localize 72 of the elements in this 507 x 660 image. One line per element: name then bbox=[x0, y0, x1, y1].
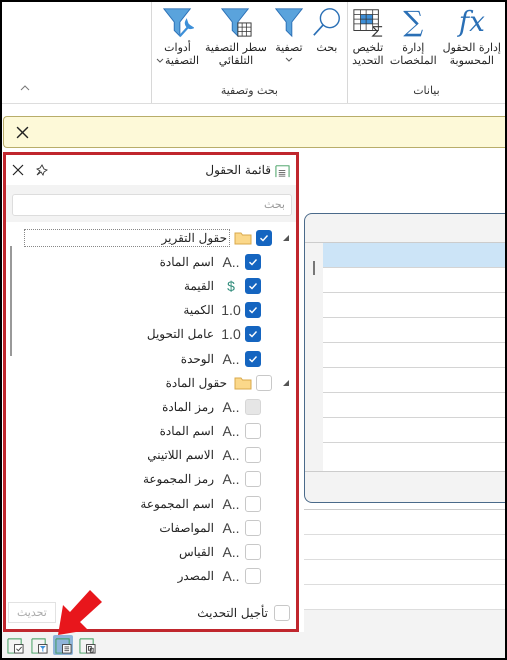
field-type-icon: 1.0 bbox=[221, 302, 241, 318]
ribbon-button[interactable]: بحث bbox=[308, 6, 345, 84]
view-tab[interactable] bbox=[53, 635, 73, 655]
panel-title: قائمة الحقول bbox=[205, 163, 271, 177]
field-type-icon: A.. bbox=[221, 350, 241, 367]
group-label: بيانات bbox=[413, 84, 440, 99]
checkbox[interactable] bbox=[274, 604, 290, 620]
ribbon-button[interactable]: سطر التصفية التلقائي bbox=[203, 6, 269, 84]
checkbox[interactable] bbox=[245, 326, 261, 342]
checkbox[interactable] bbox=[256, 374, 272, 391]
tree-item[interactable]: الاسم اللاتيني bbox=[144, 446, 217, 464]
tree-item[interactable]: المواصفات bbox=[156, 518, 217, 537]
field-type-icon: A.. bbox=[221, 568, 241, 584]
checkbox[interactable] bbox=[245, 254, 261, 270]
close-icon[interactable] bbox=[12, 164, 24, 176]
checkbox[interactable] bbox=[245, 278, 261, 294]
checkbox[interactable] bbox=[245, 496, 261, 512]
ribbon-button[interactable]: ∑ إدارة الملخصات bbox=[388, 6, 439, 84]
filter-wrench-icon bbox=[162, 6, 194, 38]
tree-item[interactable]: حقول التقرير bbox=[24, 228, 230, 247]
checkbox[interactable] bbox=[245, 423, 261, 440]
field-type-icon: 1.0 bbox=[221, 326, 241, 342]
checkbox[interactable] bbox=[245, 520, 261, 536]
checkbox[interactable] bbox=[245, 471, 261, 488]
pin-icon[interactable] bbox=[36, 164, 48, 176]
checkbox-label: تأجيل التحديث bbox=[197, 606, 268, 620]
field-type-icon: A.. bbox=[221, 254, 241, 270]
expand-icon[interactable] bbox=[282, 378, 290, 387]
field-type-icon: A.. bbox=[221, 447, 241, 464]
checkbox[interactable] bbox=[256, 230, 272, 246]
expand-icon[interactable] bbox=[282, 234, 290, 242]
field-type-icon: A.. bbox=[221, 496, 241, 512]
field-list-icon bbox=[275, 162, 290, 178]
ribbon-button[interactable]: تصفية bbox=[270, 6, 307, 84]
tree-item[interactable]: القياس bbox=[176, 543, 217, 562]
field-type-icon: A.. bbox=[221, 520, 241, 536]
ribbon-button[interactable]: تلخيص التحديد bbox=[350, 6, 386, 84]
scroll-thumb[interactable] bbox=[313, 261, 315, 275]
checkbox[interactable] bbox=[245, 350, 261, 367]
filter-icon bbox=[272, 6, 305, 38]
tree-item[interactable]: عامل التحويل bbox=[144, 325, 217, 344]
checkbox[interactable] bbox=[245, 544, 261, 560]
checkbox[interactable] bbox=[245, 568, 261, 584]
field-type-icon: A.. bbox=[221, 398, 241, 415]
tree-item[interactable]: رمز المجموعة bbox=[140, 470, 217, 488]
checkbox[interactable] bbox=[245, 447, 261, 464]
search-field[interactable]: بحث bbox=[12, 194, 292, 216]
tree-item[interactable]: حقول المادة bbox=[162, 374, 230, 392]
checkbox[interactable] bbox=[245, 302, 261, 318]
tree-item[interactable]: القيمة bbox=[180, 276, 217, 295]
close-icon[interactable] bbox=[16, 126, 29, 138]
tree-item[interactable]: اسم المادة bbox=[156, 252, 217, 271]
folder-icon bbox=[234, 230, 252, 245]
field-type-icon: $ bbox=[221, 278, 241, 294]
scroll-thumb[interactable] bbox=[10, 246, 12, 356]
caret-icon bbox=[156, 58, 164, 63]
ribbon-button[interactable]: أدوات التصفية bbox=[154, 6, 202, 84]
field-type-icon: A.. bbox=[221, 471, 241, 488]
tree-item[interactable]: اسم المجموعة bbox=[137, 494, 217, 513]
tree-item[interactable]: المصدر bbox=[174, 567, 217, 586]
tree-item[interactable]: الكمية bbox=[180, 301, 217, 320]
search-icon bbox=[310, 6, 343, 38]
filter-table-icon bbox=[220, 6, 252, 38]
caret-icon bbox=[284, 57, 293, 62]
field-type-icon: A.. bbox=[221, 544, 241, 560]
tree-item[interactable]: اسم المادة bbox=[156, 422, 217, 440]
grid-row[interactable] bbox=[323, 243, 505, 268]
folder-icon bbox=[234, 376, 252, 390]
tree-item[interactable]: الوحدة bbox=[178, 350, 217, 368]
collapse-icon[interactable] bbox=[20, 85, 30, 91]
group-label: بحث وتصفية bbox=[220, 84, 278, 99]
field-type-icon: A.. bbox=[221, 423, 241, 440]
